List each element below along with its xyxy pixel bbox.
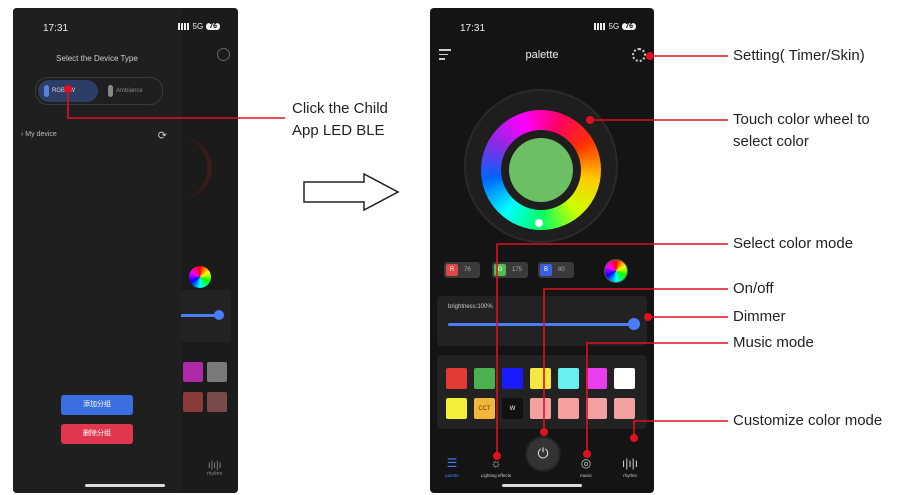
callout-text: Click the Child xyxy=(292,100,388,117)
callout-dot-music xyxy=(583,450,591,458)
callout-line-customize xyxy=(633,420,728,438)
callout-select-mode: Select color mode xyxy=(733,235,854,252)
callout-line-music xyxy=(586,342,728,454)
callout-music: Music mode xyxy=(733,334,814,351)
callout-line-child xyxy=(67,89,285,119)
callout-text: Touch color wheel to xyxy=(733,111,870,128)
callout-line-onoff xyxy=(543,288,728,432)
callout-dot-customize xyxy=(630,434,638,442)
callout-setting: Setting( Timer/Skin) xyxy=(733,47,865,64)
callout-customize: Customize color mode xyxy=(733,412,883,429)
callout-dimmer: Dimmer xyxy=(733,308,786,325)
callout-touch-wheel: Touch color wheel to select color xyxy=(733,109,870,153)
callout-text: App LED BLE xyxy=(292,122,385,139)
callout-dot-child xyxy=(64,85,72,93)
callout-dot-dimmer xyxy=(644,313,652,321)
callout-line-select-mode xyxy=(496,243,728,456)
callout-dot-select-mode xyxy=(493,452,501,460)
callout-onoff: On/off xyxy=(733,280,774,297)
callout-dot-wheel xyxy=(586,116,594,124)
callout-dot-setting xyxy=(646,52,654,60)
callout-dot-onoff xyxy=(540,428,548,436)
callout-text: select color xyxy=(733,133,809,150)
callout-child-app: Click the Child App LED BLE xyxy=(292,98,388,142)
